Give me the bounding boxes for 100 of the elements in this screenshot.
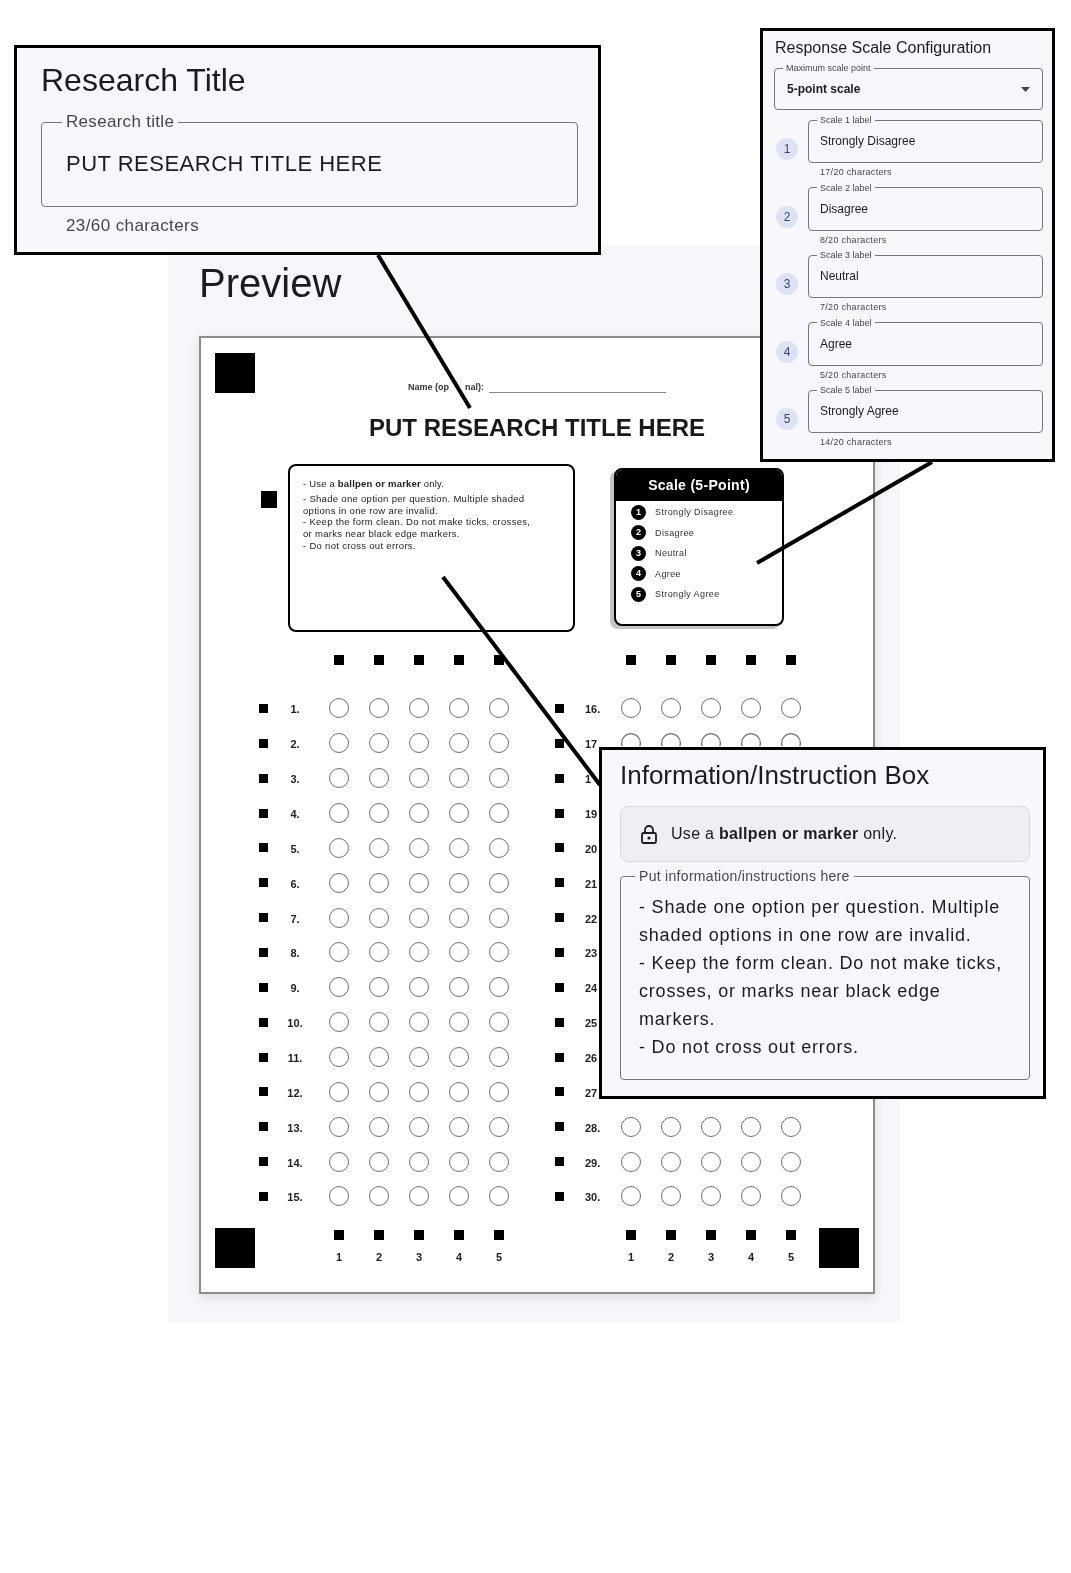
number-badge: 1 bbox=[776, 138, 798, 160]
timing-marker-icon bbox=[258, 913, 268, 923]
timing-marker-icon bbox=[554, 878, 564, 888]
corner-marker-icon bbox=[215, 353, 255, 393]
field-value: PUT RESEARCH TITLE HERE bbox=[66, 150, 383, 178]
timing-marker-icon bbox=[334, 1229, 344, 1240]
number-badge: 1 bbox=[631, 504, 646, 520]
timing-marker-icon bbox=[786, 655, 796, 665]
timing-marker-icon bbox=[454, 1229, 464, 1240]
timing-marker-icon bbox=[554, 808, 564, 818]
timing-marker-icon bbox=[746, 655, 756, 665]
question-number: 1 bbox=[585, 773, 592, 786]
option-label: 2 bbox=[375, 1249, 383, 1264]
scale-label: Strongly Disagree bbox=[655, 506, 734, 519]
instruction-text: - Shade one option per question. Multiple shaded options in one row are invalid. - Keep the form clean. Do not make ticks, crosses, or marks near black edge markers. - Do not cross out errors. bbox=[303, 493, 532, 552]
scale-label: Strongly Agree bbox=[655, 588, 720, 601]
timing-marker-icon bbox=[258, 982, 268, 992]
timing-marker-icon bbox=[494, 655, 504, 665]
timing-marker-icon bbox=[258, 1087, 268, 1097]
question-number: 12. bbox=[287, 1086, 303, 1099]
field-value: - Shade one option per question. Multiple shaded options in one row are invalid. - Keep the form clean. Do not make ticks, crosses, or marks near black edge markers. - Do not cross out errors. bbox=[639, 896, 1003, 1059]
timing-marker-icon bbox=[554, 1052, 564, 1062]
question-number: 16. bbox=[585, 703, 601, 716]
caret-icon bbox=[1021, 86, 1030, 92]
timing-marker-icon bbox=[626, 655, 636, 665]
number-badge: 4 bbox=[631, 566, 646, 582]
timing-marker-icon bbox=[258, 878, 268, 888]
timing-marker-icon bbox=[414, 655, 424, 665]
field-label: Scale 4 label bbox=[819, 316, 873, 329]
timing-marker-icon bbox=[554, 738, 564, 748]
timing-marker-icon bbox=[258, 947, 268, 957]
field-label: Research title bbox=[65, 112, 176, 132]
answer-bubble bbox=[781, 733, 801, 747]
character-count: 5/20 characters bbox=[820, 368, 887, 381]
timing-marker-icon bbox=[261, 491, 277, 508]
number-badge: 3 bbox=[631, 545, 646, 561]
question-number: 10. bbox=[287, 1017, 303, 1030]
scale-select[interactable]: Maximum scale point 5-point scale bbox=[774, 62, 1043, 110]
timing-marker-icon bbox=[786, 1229, 796, 1240]
timing-marker-icon bbox=[258, 773, 268, 783]
question-number: 26 bbox=[585, 1052, 598, 1064]
number-badge: 2 bbox=[631, 525, 646, 541]
answer-bubble bbox=[661, 733, 681, 747]
number-badge: 5 bbox=[776, 408, 798, 430]
preview-heading: Preview bbox=[199, 260, 342, 307]
option-label: 3 bbox=[415, 1249, 423, 1264]
number-badge: 5 bbox=[631, 586, 646, 602]
field-value: Strongly Disagree bbox=[820, 133, 916, 149]
question-number: 28. bbox=[585, 1121, 601, 1134]
corner-marker-icon bbox=[215, 1227, 255, 1268]
timing-marker-icon bbox=[374, 1229, 384, 1240]
character-count: 23/60 characters bbox=[66, 216, 200, 236]
timing-marker-icon bbox=[258, 808, 268, 818]
field-value: Agree bbox=[820, 335, 853, 352]
timing-marker-icon bbox=[554, 1122, 564, 1132]
name-label: nal): bbox=[465, 381, 484, 393]
field-label: Scale 5 label bbox=[819, 384, 873, 396]
timing-marker-icon bbox=[258, 1052, 268, 1062]
scale-label-field[interactable]: Scale 5 label Strongly Agree bbox=[808, 384, 1043, 433]
option-label: 2 bbox=[667, 1249, 675, 1264]
timing-marker-icon bbox=[554, 1191, 564, 1201]
question-number: 15. bbox=[287, 1191, 303, 1204]
timing-marker-icon bbox=[554, 982, 564, 992]
timing-marker-icon bbox=[258, 1191, 268, 1201]
answer-bubble bbox=[701, 733, 721, 747]
timing-marker-icon bbox=[746, 1229, 756, 1240]
lock-icon bbox=[641, 824, 657, 844]
question-number: 14. bbox=[287, 1156, 303, 1169]
timing-marker-icon bbox=[554, 843, 564, 853]
scale-label-field[interactable]: Scale 1 label Strongly Disagree bbox=[808, 114, 1043, 163]
question-number: 7. bbox=[290, 912, 300, 925]
scale-title: Scale (5-Point) bbox=[616, 470, 782, 501]
field-label: Scale 1 label bbox=[819, 114, 873, 126]
question-number: 13. bbox=[287, 1121, 303, 1134]
scale-label: Agree bbox=[655, 567, 682, 580]
number-badge: 3 bbox=[776, 273, 798, 295]
instruction-line: - Use a ballpen or marker only. bbox=[303, 478, 445, 490]
timing-marker-icon bbox=[554, 1157, 564, 1167]
option-label: 1 bbox=[335, 1249, 343, 1264]
timing-marker-icon bbox=[554, 1017, 564, 1027]
scale-label-field[interactable]: Scale 3 label Neutral bbox=[808, 249, 1043, 298]
question-number: 11. bbox=[287, 1052, 303, 1064]
instructions-field[interactable] bbox=[620, 868, 1030, 1080]
scale-label: Neutral bbox=[655, 547, 687, 560]
timing-marker-icon bbox=[666, 1229, 676, 1240]
character-count: 17/20 characters bbox=[820, 166, 892, 178]
question-number: 20 bbox=[585, 842, 598, 855]
question-number: 25 bbox=[585, 1017, 598, 1030]
question-number: 24 bbox=[585, 982, 598, 995]
question-number: 4. bbox=[290, 808, 300, 820]
scale-label-field[interactable]: Scale 2 label Disagree bbox=[808, 181, 1043, 231]
option-label: 5 bbox=[787, 1249, 795, 1264]
option-label: 4 bbox=[747, 1249, 755, 1264]
research-title-field[interactable]: Research title PUT RESEARCH TITLE HERE bbox=[41, 112, 578, 207]
scale-label-field[interactable]: Scale 4 label Agree bbox=[808, 316, 1043, 366]
question-number: 27 bbox=[585, 1086, 598, 1099]
notice-text: Use a ballpen or marker only. bbox=[671, 824, 898, 844]
timing-marker-icon bbox=[258, 1157, 268, 1167]
question-number: 6. bbox=[290, 877, 300, 890]
answer-bubble bbox=[741, 733, 761, 747]
